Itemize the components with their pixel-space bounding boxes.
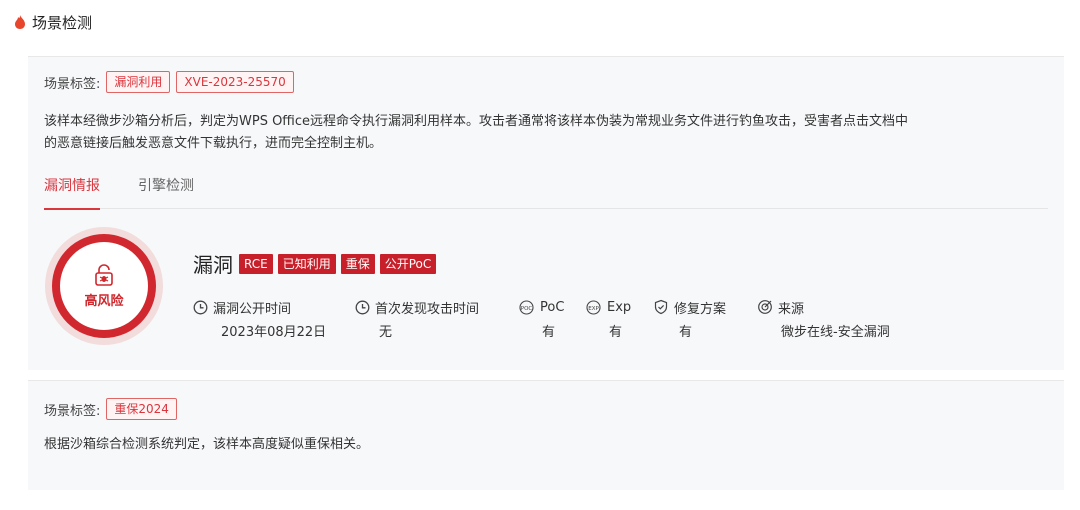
scene-tags-label: 场景标签: <box>44 76 101 92</box>
clock-icon <box>355 300 370 314</box>
meta-value: 有 <box>609 325 623 340</box>
meta-first-attack: 首次发现攻击时间 无 <box>355 297 479 341</box>
vuln-tag: 已知利用 <box>277 253 336 274</box>
scene-description: 该样本经微步沙箱分析后，判定为WPS Office远程命令执行漏洞利用样本。攻击… <box>44 111 908 155</box>
meta-fix: 修复方案 有 <box>653 297 726 341</box>
section-title: 场景检测 <box>32 13 93 32</box>
scene-card-2: 场景标签: 重保2024 根据沙箱综合检测系统判定，该样本高度疑似重保相关。 <box>28 380 1064 490</box>
scene-tags-row: 场景标签: 重保2024 <box>44 398 183 420</box>
scene-tags-row: 场景标签: 漏洞利用 XVE-2023-25570 <box>44 71 300 93</box>
meta-poc: POC PoC 有 <box>518 297 564 341</box>
meta-key: 修复方案 <box>674 301 727 317</box>
vuln-tag: RCE <box>239 253 273 274</box>
meta-disclosure-time: 漏洞公开时间 2023年08月22日 <box>193 297 326 341</box>
tab-engine-detect[interactable]: 引擎检测 <box>138 175 194 207</box>
vuln-tag: 公开PoC <box>379 253 437 274</box>
vuln-name: 漏洞 <box>193 253 233 277</box>
scene-tag[interactable]: 重保2024 <box>106 398 177 420</box>
description-line: 的恶意链接后触发恶意文件下载执行，进而完全控制主机。 <box>44 136 383 151</box>
section-header: 场景检测 <box>14 11 92 33</box>
clock-icon <box>193 300 208 314</box>
meta-key: 来源 <box>778 301 805 317</box>
description-line: 该样本经微步沙箱分析后，判定为WPS Office远程命令执行漏洞利用样本。攻击… <box>44 114 909 129</box>
scene-tag[interactable]: 漏洞利用 <box>106 71 171 93</box>
meta-key: Exp <box>607 299 632 315</box>
poc-icon: POC <box>519 299 534 315</box>
vuln-tag: 重保 <box>340 253 375 274</box>
target-icon <box>758 300 772 314</box>
svg-text:EXP: EXP <box>588 306 599 312</box>
shield-check-icon <box>654 299 668 315</box>
scene-description: 根据沙箱综合检测系统判定，该样本高度疑似重保相关。 <box>44 437 370 452</box>
detail-tabs: 漏洞情报 引擎检测 <box>44 169 1048 210</box>
meta-key: PoC <box>540 299 565 315</box>
scene-card-1: 场景标签: 漏洞利用 XVE-2023-25570 该样本经微步沙箱分析后，判定… <box>28 56 1064 370</box>
scene-tags-label: 场景标签: <box>44 403 101 419</box>
meta-key: 漏洞公开时间 <box>213 301 292 317</box>
meta-key: 首次发现攻击时间 <box>375 301 480 317</box>
tab-vuln-intel[interactable]: 漏洞情报 <box>44 175 100 210</box>
fire-icon <box>15 15 25 29</box>
meta-value: 有 <box>679 325 693 340</box>
meta-value: 无 <box>379 325 393 340</box>
meta-value[interactable]: 微步在线-安全漏洞 <box>757 321 890 341</box>
meta-exp: EXP Exp 有 <box>585 297 631 341</box>
risk-badge: 高风险 <box>45 227 163 345</box>
svg-text:POC: POC <box>521 306 533 312</box>
bug-lock-icon <box>95 263 113 286</box>
vuln-heading: 漏洞 RCE 已知利用 重保 公开PoC <box>193 249 441 278</box>
meta-value: 2023年08月22日 <box>221 325 327 340</box>
meta-value: 有 <box>542 325 556 340</box>
scene-tag[interactable]: XVE-2023-25570 <box>176 71 294 93</box>
risk-label: 高风险 <box>84 293 124 309</box>
meta-source: 来源 微步在线-安全漏洞 <box>757 297 890 341</box>
exp-icon: EXP <box>586 299 601 315</box>
